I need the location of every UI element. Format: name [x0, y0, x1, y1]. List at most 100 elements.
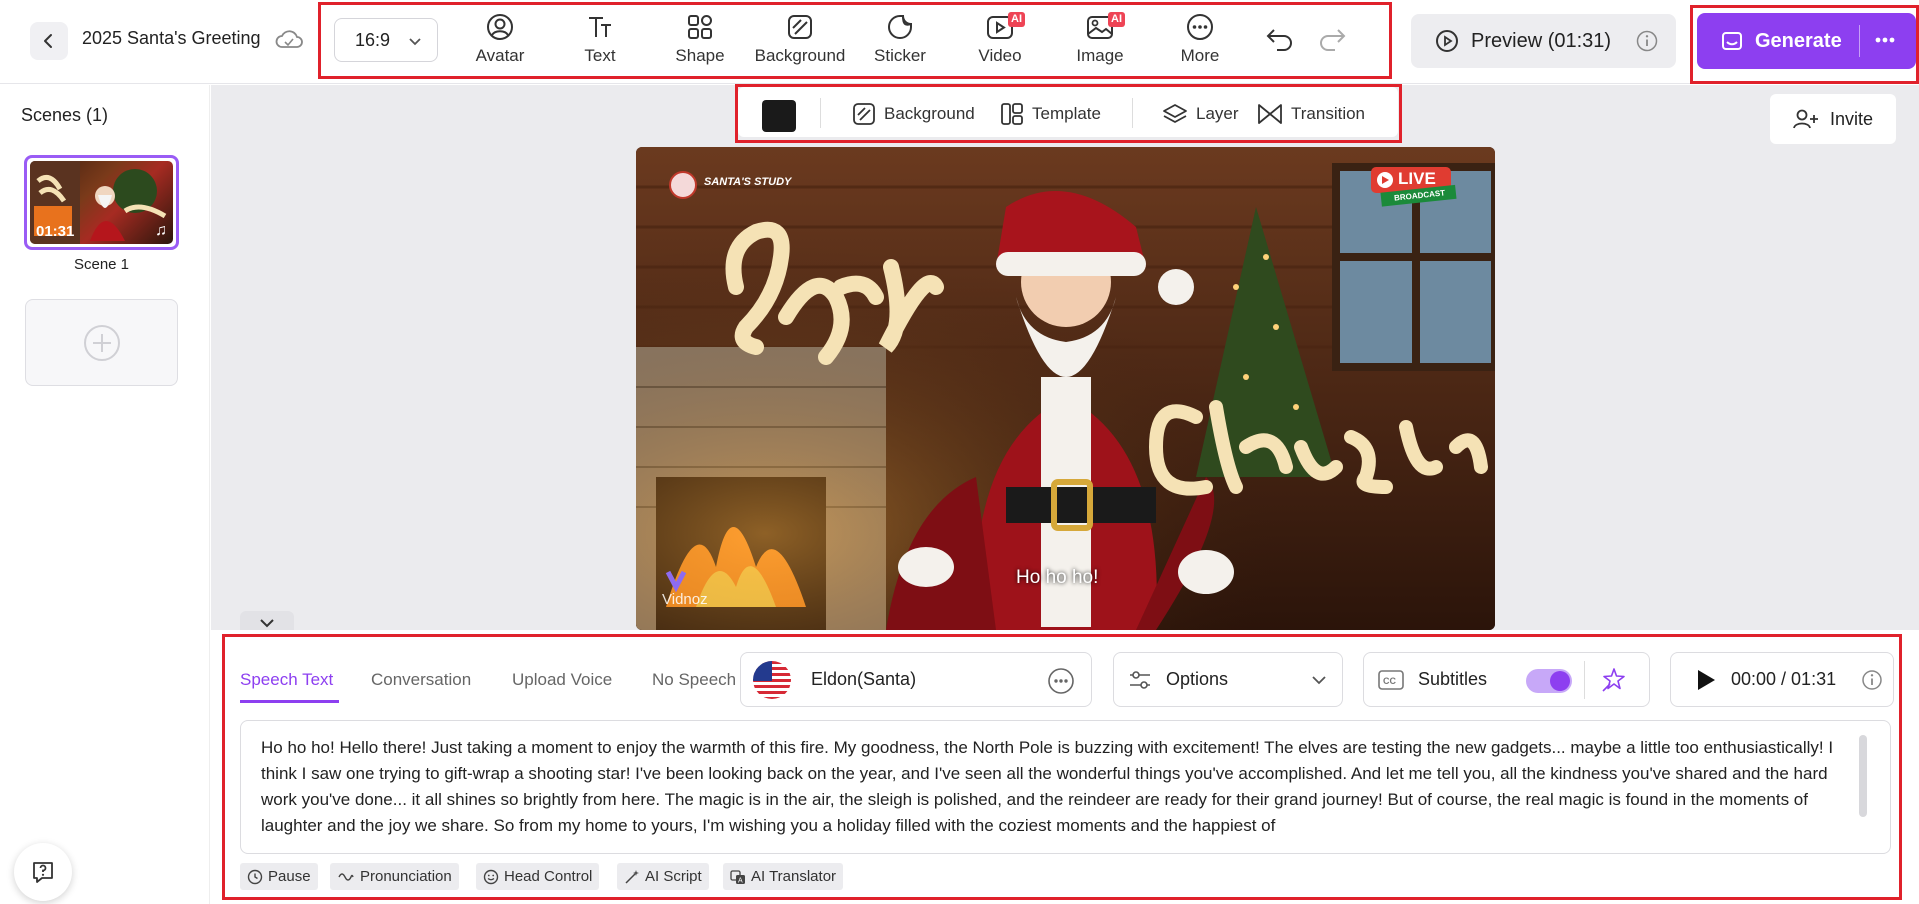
clock-icon: [247, 869, 263, 884]
plus-circle-icon: [83, 324, 120, 361]
more-icon[interactable]: [1047, 667, 1075, 695]
wand-icon: [625, 869, 639, 884]
more-options-icon[interactable]: [1870, 25, 1900, 55]
tool-more[interactable]: More: [1152, 12, 1248, 68]
tool-label: Text: [584, 46, 616, 65]
generate-label: Generate: [1755, 29, 1842, 52]
tool-label: Image: [1076, 46, 1124, 65]
options-dropdown[interactable]: Options: [1113, 652, 1343, 707]
invite-button[interactable]: Invite: [1770, 94, 1896, 144]
scene-label: Scene 1: [73, 256, 130, 273]
invite-label: Invite: [1830, 108, 1874, 129]
play-circle-icon: [1436, 30, 1458, 52]
tab-no-speech[interactable]: No Speech: [652, 670, 736, 690]
chip-label: AI Script: [645, 868, 702, 885]
preview-label: Preview (01:31): [1471, 29, 1612, 52]
us-flag-icon: [753, 660, 791, 699]
tool-avatar[interactable]: Avatar: [452, 12, 548, 68]
undo-button[interactable]: [1265, 26, 1295, 52]
svg-text:CC: CC: [1383, 676, 1396, 686]
tool-video[interactable]: Video AI: [952, 12, 1048, 68]
scrollbar[interactable]: [1859, 735, 1867, 817]
tool-label: More: [1180, 46, 1220, 65]
canvas-toolbar-label: Background: [884, 104, 975, 123]
subtitle-text: Ho ho ho!: [1016, 567, 1099, 588]
background-icon: [853, 103, 875, 125]
play-icon[interactable]: [1695, 668, 1717, 692]
pause-button[interactable]: Pause: [240, 863, 318, 890]
channel-label: SANTA'S STUDY: [704, 176, 792, 188]
subtitles-toggle[interactable]: [1526, 669, 1572, 693]
tab-speech-text[interactable]: Speech Text: [240, 670, 333, 690]
tab-conversation[interactable]: Conversation: [371, 670, 471, 690]
tool-text[interactable]: Text: [552, 12, 648, 68]
divider: [1584, 661, 1585, 699]
tool-label: Shape: [675, 46, 725, 65]
canvas-toolbar-label: Transition: [1291, 104, 1366, 123]
tool-background[interactable]: Background: [752, 12, 848, 68]
music-note-icon: ♫: [155, 222, 167, 239]
shape-icon: [688, 15, 712, 39]
voice-name: Eldon(Santa): [811, 669, 917, 689]
scene-preview-image: 01:31 ♫: [30, 161, 173, 244]
template-icon: [1001, 103, 1023, 125]
tool-label: Sticker: [874, 46, 926, 65]
scenes-title: Scenes (1): [21, 105, 109, 125]
chevron-left-icon: [44, 34, 52, 48]
chip-label: Pronunciation: [360, 868, 452, 885]
ai-badge: AI: [1008, 12, 1025, 27]
santa-scene-art: [636, 147, 1495, 630]
divider: [1132, 98, 1133, 128]
info-icon[interactable]: [1636, 30, 1658, 52]
active-tab-indicator: [240, 700, 339, 703]
generate-icon: [1722, 32, 1742, 50]
ai-script-button[interactable]: AI Script: [617, 863, 709, 890]
canvas-background-button[interactable]: Background: [852, 102, 975, 126]
chip-label: AI Translator: [751, 868, 837, 885]
pronunciation-button[interactable]: Pronunciation: [330, 863, 459, 890]
playback-time: 00:00 / 01:31: [1731, 669, 1837, 689]
preview-button[interactable]: Preview (01:31): [1411, 14, 1676, 68]
scene-thumbnail[interactable]: 01:31 ♫: [24, 155, 179, 250]
layers-icon: [1163, 104, 1187, 123]
magic-wand-icon[interactable]: [1600, 666, 1628, 694]
live-label: LIVE: [1398, 169, 1436, 188]
audio-player: 00:00 / 01:31: [1670, 652, 1894, 707]
aspect-ratio-value: 16:9: [355, 29, 391, 50]
layer-button[interactable]: Layer: [1162, 102, 1239, 126]
pronunciation-icon: [338, 872, 354, 881]
project-title[interactable]: 2025 Santa's Greeting: [82, 28, 261, 49]
generate-button[interactable]: Generate: [1697, 13, 1916, 69]
smile-icon: [483, 869, 499, 884]
add-user-icon: [1793, 109, 1818, 129]
tool-image[interactable]: Image AI: [1052, 12, 1148, 68]
tab-upload-voice[interactable]: Upload Voice: [512, 670, 612, 690]
tool-shape[interactable]: Shape: [652, 12, 748, 68]
cloud-sync-icon: [274, 27, 304, 51]
back-button[interactable]: [30, 22, 68, 60]
help-button[interactable]: [14, 843, 72, 901]
ai-translator-button[interactable]: A AI Translator: [723, 863, 844, 890]
transition-button[interactable]: Transition: [1257, 102, 1365, 126]
divider: [1859, 25, 1860, 57]
tool-label: Avatar: [475, 46, 525, 65]
template-button[interactable]: Template: [1000, 102, 1101, 126]
more-icon: [1187, 14, 1213, 40]
video-stage[interactable]: SANTA'S STUDY LIVE BROADCAST Ho ho ho! V…: [636, 147, 1495, 630]
speech-text-area[interactable]: Ho ho ho! Hello there! Just taking a mom…: [240, 720, 1891, 854]
info-icon[interactable]: [1861, 669, 1883, 691]
undo-icon: [1266, 29, 1292, 51]
options-label: Options: [1166, 669, 1229, 689]
chip-label: Head Control: [504, 868, 593, 885]
redo-button[interactable]: [1317, 26, 1347, 52]
sticker-icon: [888, 15, 912, 39]
tool-sticker[interactable]: Sticker: [852, 12, 948, 68]
text-icon: [589, 17, 611, 37]
color-swatch[interactable]: [762, 100, 796, 132]
voice-selector[interactable]: Eldon(Santa): [740, 652, 1092, 707]
head-control-button[interactable]: Head Control: [476, 863, 600, 890]
add-scene-button[interactable]: [25, 299, 178, 386]
aspect-ratio-select[interactable]: 16:9: [334, 18, 438, 62]
help-icon: [33, 862, 53, 883]
chevron-down-icon: [260, 619, 274, 628]
